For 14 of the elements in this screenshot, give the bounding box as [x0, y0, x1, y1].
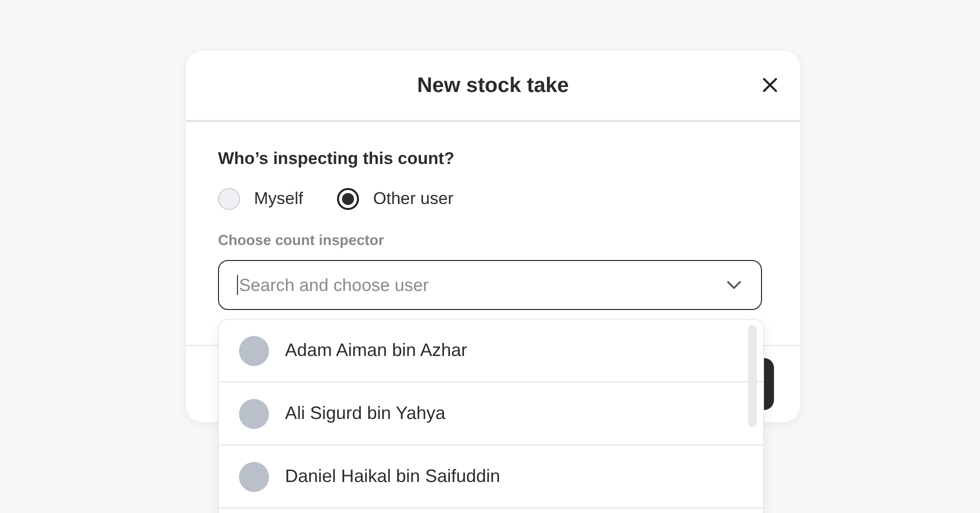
chevron-down-icon: [726, 280, 742, 290]
close-button[interactable]: [762, 77, 778, 93]
search-field[interactable]: Search and choose user: [218, 260, 762, 310]
field-label: Choose count inspector: [218, 233, 385, 249]
radio-label: Other user: [373, 189, 454, 209]
close-icon: [762, 77, 778, 93]
avatar-placeholder: [239, 462, 269, 492]
radio-button[interactable]: [337, 188, 360, 210]
radio-label: Myself: [254, 189, 304, 209]
question-label: Who’s inspecting this count?: [218, 149, 456, 169]
avatar-placeholder: [239, 336, 269, 366]
dialog-title: New stock take: [417, 74, 569, 98]
user-option[interactable]: Daniel Haikal bin Saifuddin: [219, 446, 763, 509]
avatar-placeholder: [239, 398, 269, 428]
